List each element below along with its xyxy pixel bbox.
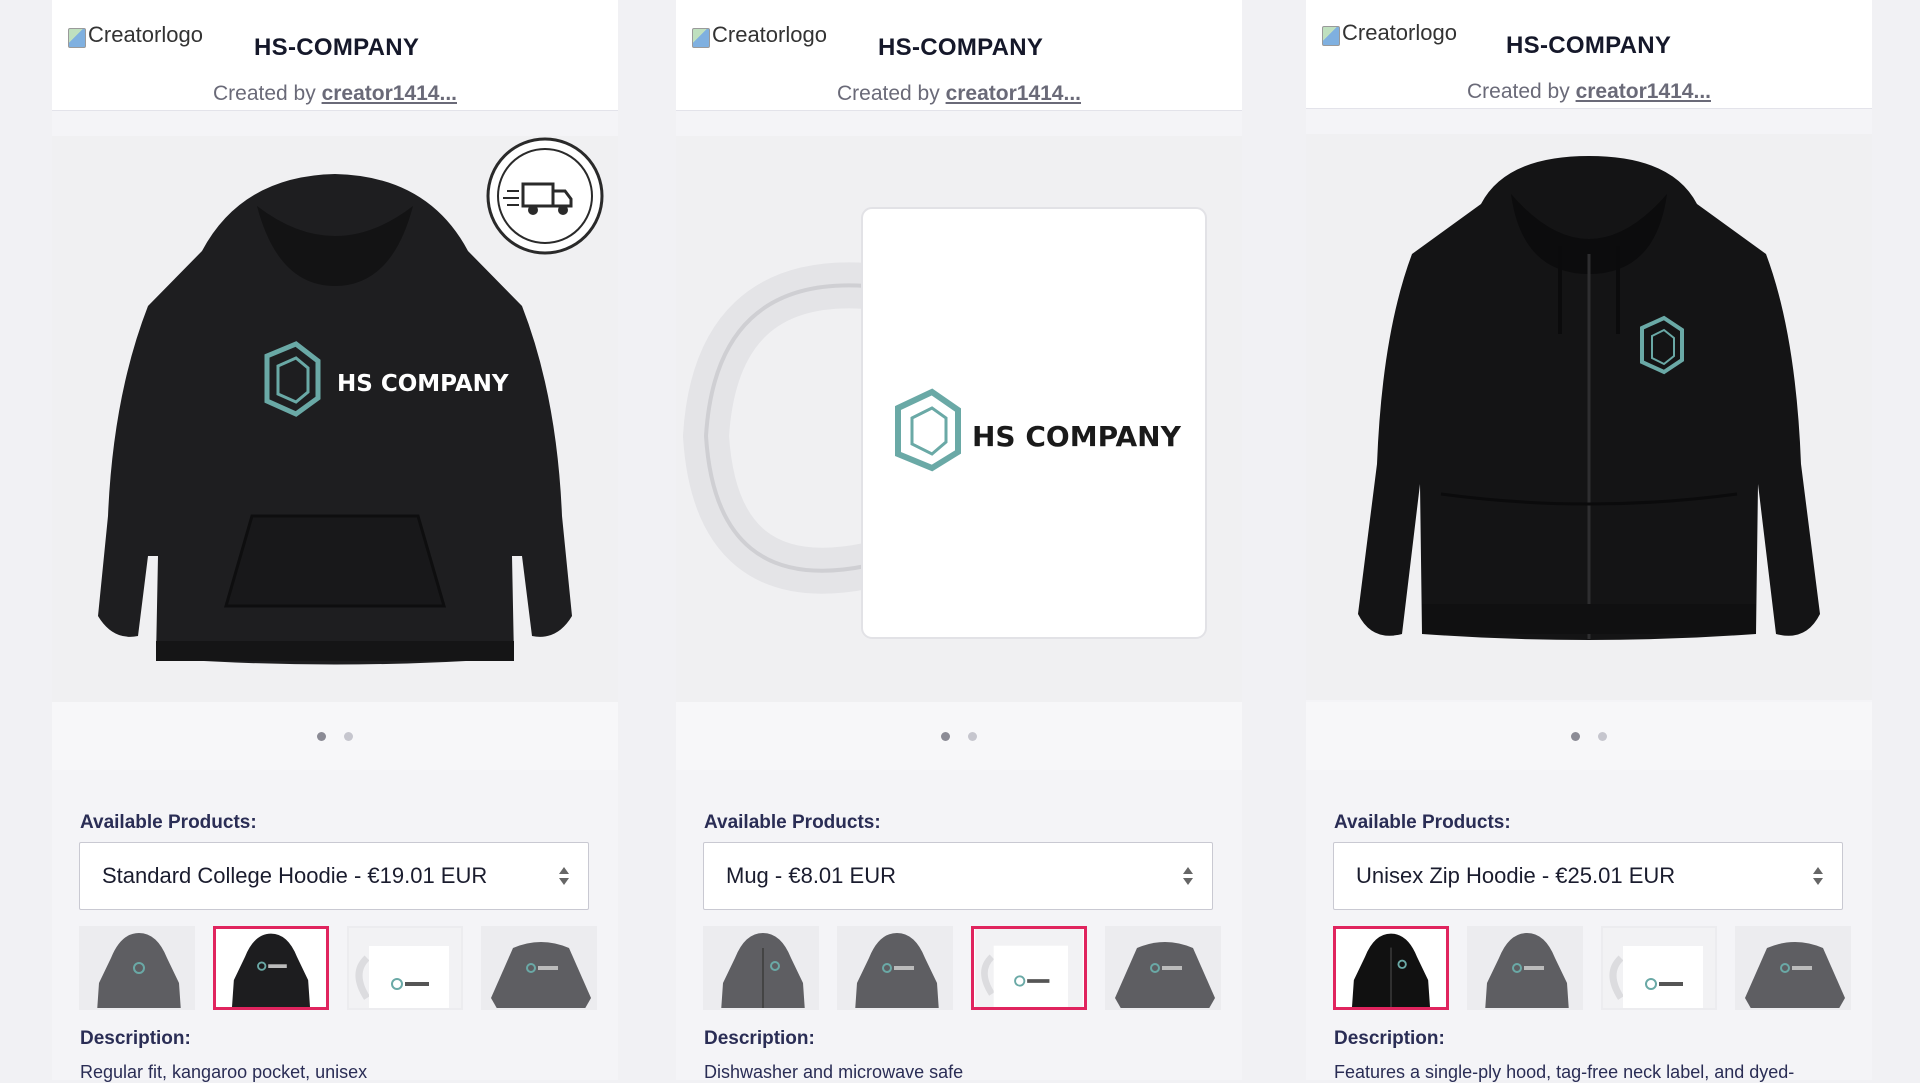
creator-logo-alt: Creatorlogo (1342, 20, 1457, 45)
carousel-dots (1306, 702, 1872, 770)
thumbnail-black-zip-hoodie[interactable] (1333, 926, 1449, 1010)
product-select[interactable]: Standard College Hoodie - €19.01 EUR (79, 842, 589, 910)
product-card-1: Creatorlogo HS-COMPANY Created by creato… (52, 0, 618, 1082)
available-products-label: Available Products: (704, 812, 881, 833)
up-down-chevron-icon (1182, 865, 1194, 887)
broken-image-icon (68, 28, 86, 48)
carousel-dot-1[interactable] (317, 732, 326, 741)
created-by-label: Created by (213, 82, 322, 105)
carousel-dots (52, 702, 618, 770)
up-down-chevron-icon (558, 865, 570, 887)
creator-logo-alt: Creatorlogo (88, 22, 203, 47)
carousel-dot-1[interactable] (941, 732, 950, 741)
thumbnail-mug[interactable] (347, 926, 463, 1010)
creator-link[interactable]: creator1414... (1576, 80, 1711, 103)
carousel-dot-2[interactable] (968, 732, 977, 741)
product-image[interactable]: HS COMPANY (676, 136, 1242, 702)
created-by: Created by creator1414... (676, 82, 1242, 106)
thumbnail-longsleeve[interactable] (1735, 926, 1851, 1010)
mug-image: HS COMPANY (676, 136, 1242, 702)
carousel-dots (676, 702, 1242, 770)
product-thumbnails (1333, 926, 1853, 1010)
product-select-value: Unisex Zip Hoodie - €25.01 EUR (1356, 863, 1676, 888)
creator-logo[interactable]: Creatorlogo (68, 22, 203, 48)
thumbnail-grey-hoodie[interactable] (1467, 926, 1583, 1010)
store-name: HS-COMPANY (878, 34, 1044, 61)
thumbnail-grey-hoodie[interactable] (837, 926, 953, 1010)
thumbnail-mug[interactable] (1601, 926, 1717, 1010)
card-header: Creatorlogo HS-COMPANY Created by creato… (1306, 0, 1872, 109)
created-by: Created by creator1414... (52, 82, 618, 106)
thumbnail-black-hoodie[interactable] (213, 926, 329, 1010)
product-card-2: Creatorlogo HS-COMPANY Created by creato… (676, 0, 1242, 1082)
product-thumbnails (703, 926, 1223, 1010)
thumbnail-grey-zip-hoodie[interactable] (703, 926, 819, 1010)
creator-link[interactable]: creator1414... (322, 82, 457, 105)
creator-logo[interactable]: Creatorlogo (1322, 20, 1457, 46)
product-image[interactable] (1306, 134, 1872, 700)
creator-logo[interactable]: Creatorlogo (692, 22, 827, 48)
rush-shipping-badge (485, 136, 605, 261)
print-text: HS COMPANY (337, 371, 509, 397)
product-select-value: Mug - €8.01 EUR (726, 863, 896, 888)
product-image[interactable]: HS COMPANY (52, 136, 618, 702)
product-card-3: Creatorlogo HS-COMPANY Created by creato… (1306, 0, 1872, 1082)
created-by: Created by creator1414... (1306, 80, 1872, 104)
thumbnail-longsleeve[interactable] (481, 926, 597, 1010)
product-select-value: Standard College Hoodie - €19.01 EUR (102, 863, 488, 888)
broken-image-icon (1322, 26, 1340, 46)
description-label: Description: (704, 1028, 815, 1049)
carousel-dot-1[interactable] (1571, 732, 1580, 741)
description-label: Description: (80, 1028, 191, 1049)
card-header: Creatorlogo HS-COMPANY Created by creato… (676, 0, 1242, 111)
product-select[interactable]: Mug - €8.01 EUR (703, 842, 1213, 910)
zip-hoodie-image (1306, 134, 1872, 700)
store-name: HS-COMPANY (1506, 32, 1672, 59)
carousel-dot-2[interactable] (1598, 732, 1607, 741)
thumbnail-grey-hoodie[interactable] (79, 926, 195, 1010)
thumbnail-longsleeve[interactable] (1105, 926, 1221, 1010)
creator-logo-alt: Creatorlogo (712, 22, 827, 47)
available-products-label: Available Products: (1334, 812, 1511, 833)
product-select[interactable]: Unisex Zip Hoodie - €25.01 EUR (1333, 842, 1843, 910)
description-label: Description: (1334, 1028, 1445, 1049)
print-text: HS COMPANY (972, 420, 1182, 453)
creator-link[interactable]: creator1414... (946, 82, 1081, 105)
thumbnail-mug[interactable] (971, 926, 1087, 1010)
available-products-label: Available Products: (80, 812, 257, 833)
product-thumbnails (79, 926, 599, 1010)
broken-image-icon (692, 28, 710, 48)
up-down-chevron-icon (1812, 865, 1824, 887)
store-name: HS-COMPANY (254, 34, 420, 61)
created-by-label: Created by (1467, 80, 1576, 103)
created-by-label: Created by (837, 82, 946, 105)
carousel-dot-2[interactable] (344, 732, 353, 741)
card-header: Creatorlogo HS-COMPANY Created by creato… (52, 0, 618, 111)
